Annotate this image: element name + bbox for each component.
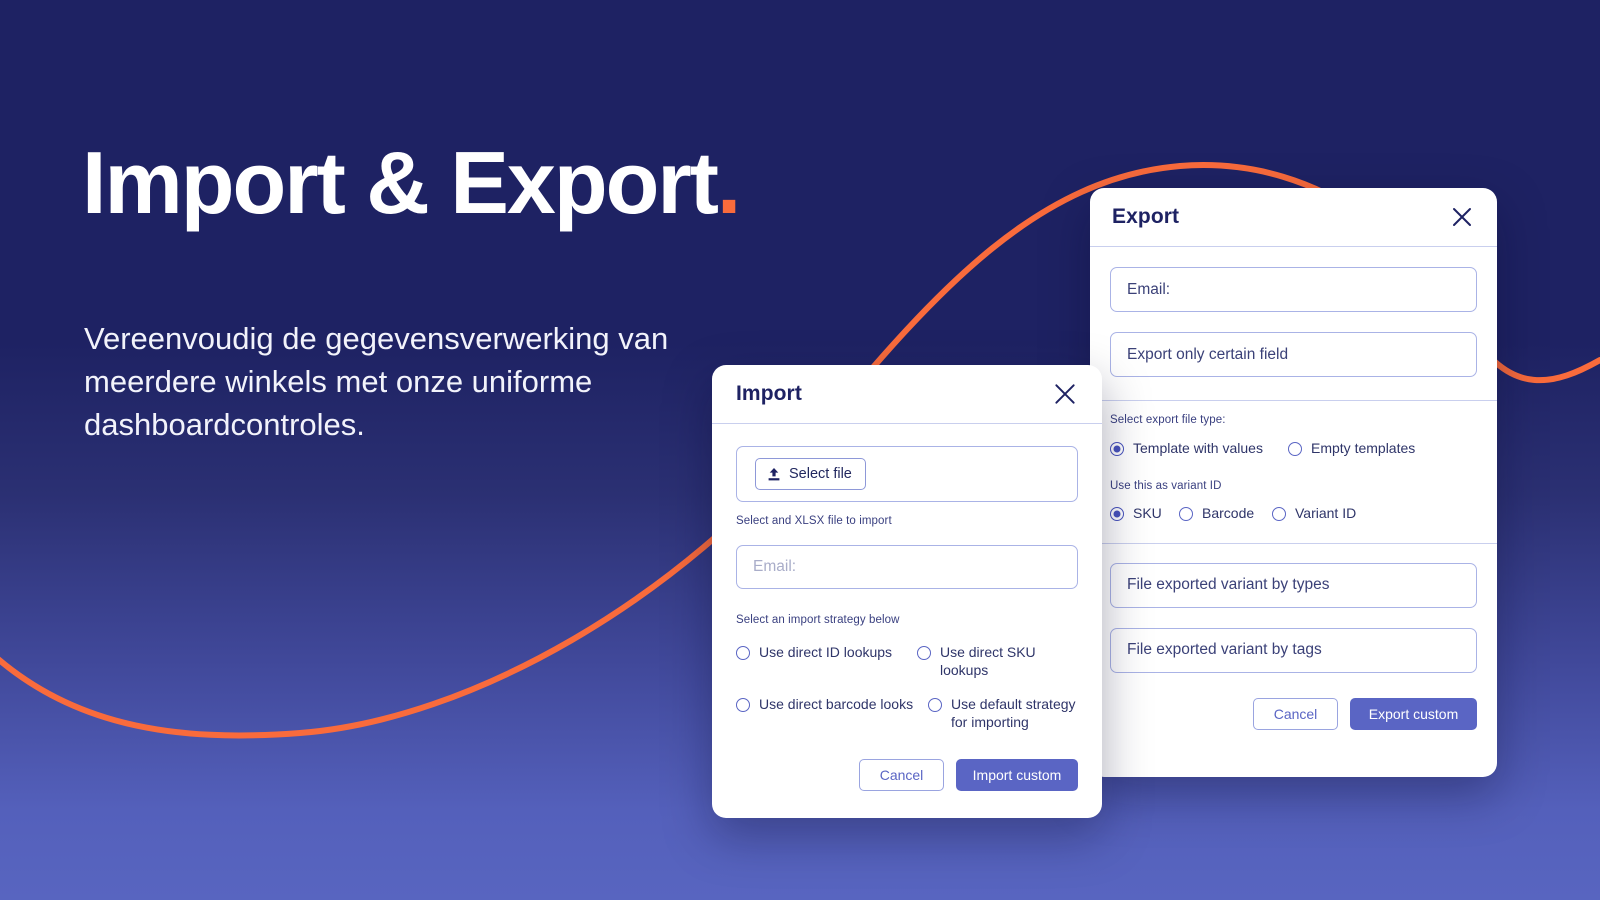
import-strategy-option-2-label: Use direct barcode looks <box>759 695 914 712</box>
page-root: Import & Export. Vereenvoudig de gegeven… <box>0 0 1600 900</box>
page-subtitle: Vereenvoudig de gegevensverwerking van m… <box>84 321 669 442</box>
import-dialog: Import Select file Select and XLSX file … <box>712 365 1102 818</box>
import-strategy-option-2[interactable]: Use direct barcode looks <box>736 696 928 732</box>
close-icon[interactable] <box>1447 202 1477 232</box>
import-dialog-actions: Cancel Import custom <box>736 758 1078 791</box>
import-email-placeholder: Email: <box>753 558 797 575</box>
export-dialog: Export Email: Export only certain field … <box>1090 188 1497 777</box>
export-cancel-button[interactable]: Cancel <box>1253 697 1338 730</box>
import-email-field[interactable]: Email: <box>736 545 1078 589</box>
page-title-accent-dot: . <box>716 133 741 232</box>
export-variant-id-label: Use this as variant ID <box>1110 479 1222 492</box>
import-strategy-row-2: Use direct barcode looks Use default str… <box>736 696 1078 732</box>
close-icon-glyph <box>1055 384 1075 404</box>
import-submit-button[interactable]: Import custom <box>956 758 1078 791</box>
export-variant-id-option-1[interactable]: Barcode <box>1179 505 1272 523</box>
import-dialog-header: Import <box>712 365 1102 424</box>
export-variant-tags-field[interactable]: File exported variant by tags <box>1110 627 1477 673</box>
export-variant-id-option-2[interactable]: Variant ID <box>1272 505 1356 523</box>
import-dialog-body: Select file Select and XLSX file to impo… <box>712 446 1102 791</box>
export-variant-id-option-2-label: Variant ID <box>1295 504 1357 521</box>
import-file-hint: Select and XLSX file to import <box>736 515 892 527</box>
export-file-type-option-0[interactable]: Template with values <box>1110 440 1288 458</box>
close-icon-glyph <box>1453 208 1471 226</box>
radio-icon[interactable] <box>1288 442 1302 456</box>
export-certain-field[interactable]: Export only certain field <box>1110 332 1477 377</box>
export-variant-id-option-1-label: Barcode <box>1202 504 1255 521</box>
page-title-text: Import & Export <box>82 133 719 232</box>
export-variant-id-options: SKU Barcode Variant ID <box>1110 505 1477 523</box>
import-strategy-option-0-label: Use direct ID lookups <box>759 644 893 660</box>
select-file-button[interactable]: Select file <box>755 458 866 490</box>
radio-icon[interactable] <box>1179 506 1193 521</box>
export-file-type-option-0-label: Template with values <box>1133 440 1263 456</box>
export-file-type-label: Select export file type: <box>1110 414 1226 426</box>
export-dialog-footer-section: File exported variant by types File expo… <box>1090 562 1497 730</box>
radio-icon[interactable] <box>736 697 750 712</box>
import-dialog-title: Import <box>736 382 802 405</box>
export-submit-button[interactable]: Export custom <box>1350 697 1477 730</box>
radio-icon[interactable] <box>916 646 931 660</box>
radio-icon[interactable] <box>1110 506 1124 521</box>
import-dropzone[interactable]: Select file <box>736 446 1078 502</box>
import-cancel-button[interactable]: Cancel <box>859 758 944 791</box>
export-dialog-title: Export <box>1112 205 1180 228</box>
radio-icon[interactable] <box>736 646 750 660</box>
export-email-field[interactable]: Email: <box>1110 267 1477 312</box>
export-dialog-actions: Cancel Export custom <box>1110 697 1477 730</box>
import-strategy-option-1-label: Use direct SKU lookups <box>939 644 1036 678</box>
import-strategy-option-0[interactable]: Use direct ID lookups <box>736 644 917 680</box>
import-strategy-option-3[interactable]: Use default strategy for importing <box>928 696 1078 732</box>
select-file-button-label: Select file <box>789 466 852 482</box>
export-dialog-header: Export <box>1090 188 1497 247</box>
export-divider-bottom <box>1090 542 1497 544</box>
export-variant-id-option-0-label: SKU <box>1133 504 1162 521</box>
import-strategy-option-1[interactable]: Use direct SKU lookups <box>916 644 1078 680</box>
upload-icon <box>768 467 780 480</box>
import-strategy-option-3-label: Use default strategy for importing <box>951 695 1076 730</box>
radio-icon[interactable] <box>1272 506 1286 521</box>
radio-icon[interactable] <box>1110 442 1124 456</box>
export-variant-id-option-0[interactable]: SKU <box>1110 505 1179 523</box>
export-file-type-option-1[interactable]: Empty templates <box>1288 440 1415 458</box>
page-title: Import & Export. <box>82 139 741 227</box>
export-dialog-body: Email: Export only certain field <box>1090 267 1497 377</box>
export-file-type-option-1-label: Empty templates <box>1311 440 1416 456</box>
export-email-value: Email: <box>1127 280 1171 298</box>
export-variant-tags-value: File exported variant by tags <box>1127 641 1322 659</box>
export-divider-top <box>1090 400 1497 401</box>
export-variant-types-value: File exported variant by types <box>1127 576 1330 594</box>
close-icon[interactable] <box>1050 379 1080 409</box>
export-certain-field-value: Export only certain field <box>1127 345 1289 363</box>
export-variant-types-field[interactable]: File exported variant by types <box>1110 562 1477 608</box>
export-file-type-options: Template with values Empty templates <box>1110 440 1477 458</box>
import-strategy-row-1: Use direct ID lookups Use direct SKU loo… <box>736 644 1078 680</box>
export-options-section: Select export file type: Template with v… <box>1090 414 1497 523</box>
radio-icon[interactable] <box>928 697 942 712</box>
import-strategy-label: Select an import strategy below <box>736 614 900 626</box>
